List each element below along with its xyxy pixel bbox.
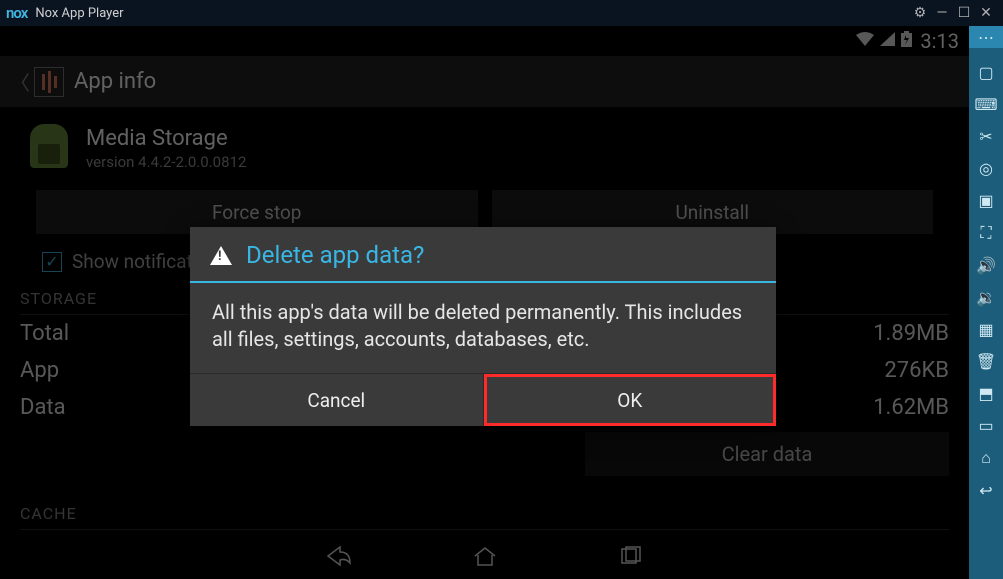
dialog-title: Delete app data? (246, 241, 424, 269)
dialog-ok-button[interactable]: OK (484, 374, 777, 426)
volume-down-icon[interactable]: 🔉 (976, 288, 996, 307)
apk-icon[interactable]: ⬒ (978, 384, 993, 403)
screenshot-icon[interactable]: ▦ (978, 320, 993, 339)
delete-data-dialog: Delete app data? All this app's data wil… (190, 227, 776, 426)
back-icon[interactable]: ↩ (979, 481, 992, 500)
side-toolbar: ⋯ ▢ ⌨ ✂ ◎ ▣ ⛶ 🔊 🔉 ▦ 🗑 ⬒ ▭ ⌂ ↩ (969, 26, 1003, 579)
emulator-frame: 3:13 〈 App info Media Storage version 4.… (0, 26, 969, 579)
window-title: Nox App Player (35, 6, 123, 21)
dialog-message: All this app's data will be deleted perm… (190, 283, 776, 373)
fullscreen-icon[interactable]: ⛶ (980, 223, 991, 243)
folder-icon[interactable]: ▣ (978, 191, 993, 210)
location-icon[interactable]: ◎ (979, 159, 993, 178)
minimize-button[interactable]: — (931, 5, 953, 21)
warning-icon (210, 246, 232, 265)
home-icon[interactable]: ⌂ (981, 448, 991, 468)
window-titlebar: nox Nox App Player ⚙ — ☐ ✕ (0, 0, 1003, 26)
shake-icon[interactable]: ▢ (978, 63, 993, 82)
scissors-icon[interactable]: ✂ (979, 127, 992, 146)
maximize-button[interactable]: ☐ (953, 5, 975, 21)
nox-logo: nox (6, 4, 27, 22)
settings-icon[interactable]: ⚙ (909, 5, 931, 21)
trash-icon[interactable]: 🗑 (976, 352, 996, 371)
dialog-cancel-button[interactable]: Cancel (190, 374, 484, 426)
recent-icon[interactable]: ▭ (978, 416, 993, 435)
close-button[interactable]: ✕ (975, 5, 997, 21)
volume-up-icon[interactable]: 🔊 (976, 256, 996, 275)
more-icon[interactable]: ⋯ (969, 26, 1003, 48)
keyboard-icon[interactable]: ⌨ (974, 95, 997, 114)
